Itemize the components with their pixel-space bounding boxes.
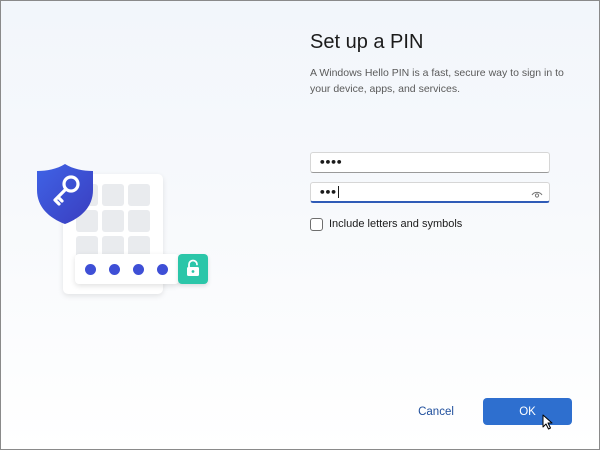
keypad-key — [128, 184, 150, 206]
shield-key-icon — [35, 162, 95, 226]
include-letters-option[interactable]: Include letters and symbols — [310, 216, 462, 232]
pin-dot — [109, 264, 120, 275]
pin-dot — [85, 264, 96, 275]
confirm-pin-field[interactable]: ••• — [310, 182, 550, 203]
confirm-pin-field-value: ••• — [319, 186, 337, 199]
text-caret — [337, 186, 339, 198]
page-title: Set up a PIN — [310, 31, 424, 53]
unlock-icon — [178, 254, 208, 284]
keypad-key — [102, 184, 124, 206]
keypad-key — [102, 210, 124, 232]
eye-icon[interactable] — [531, 187, 543, 198]
cancel-button[interactable]: Cancel — [398, 399, 474, 425]
keypad-key — [128, 210, 150, 232]
pin-dot — [133, 264, 144, 275]
pin-field[interactable]: •••• — [310, 152, 550, 173]
ok-button[interactable]: OK — [483, 398, 572, 425]
include-letters-checkbox[interactable] — [310, 217, 323, 231]
page-description: A Windows Hello PIN is a fast, secure wa… — [310, 67, 564, 95]
pin-setup-window: Set up a PIN A Windows Hello PIN is a fa… — [0, 0, 600, 450]
include-letters-label: Include letters and symbols — [329, 218, 463, 230]
pin-dot — [157, 264, 168, 275]
pin-dots-bar — [75, 254, 179, 284]
pin-field-value: •••• — [319, 156, 342, 169]
pin-illustration — [1, 1, 301, 449]
